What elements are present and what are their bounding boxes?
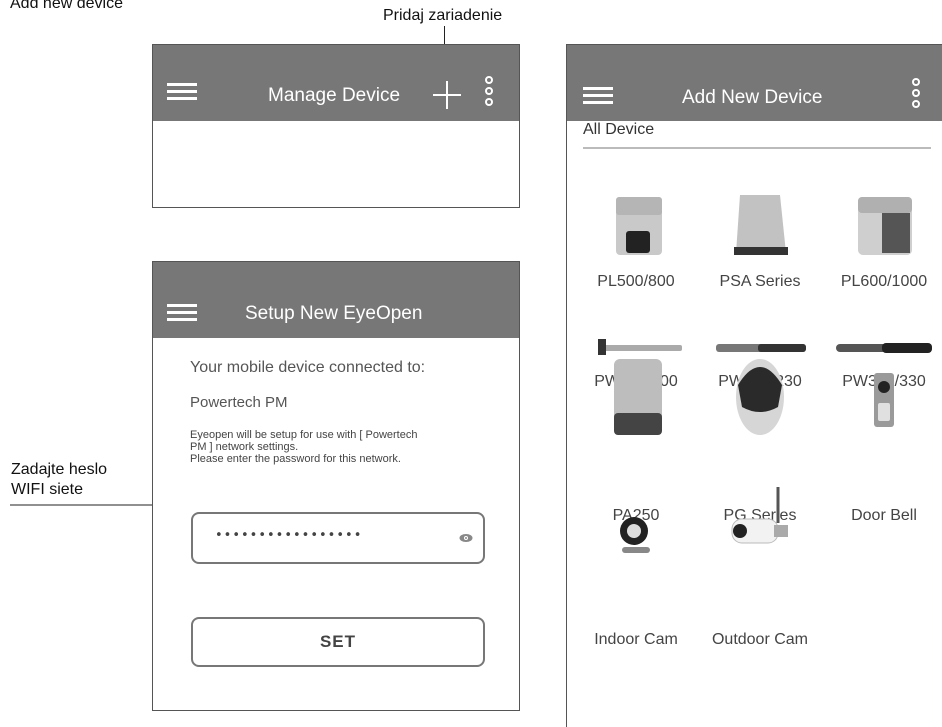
add-device-appbar: Add New Device: [567, 45, 942, 121]
hamburger-icon[interactable]: [583, 87, 613, 105]
add-new-device-screen: Add New Device All Device PL500/800 PSA …: [566, 44, 942, 727]
gate-motor-icon: [858, 197, 912, 255]
swing-arm-icon: [836, 343, 932, 353]
setup-info-line2: PM ] network settings.: [190, 441, 299, 453]
set-button[interactable]: SET: [191, 617, 485, 667]
setup-appbar: Setup New EyeOpen: [153, 262, 519, 338]
setup-info-line1: Eyeopen will be setup for use with [ Pow…: [190, 429, 418, 441]
manage-device-screen: Manage Device: [152, 44, 520, 208]
setup-title: Setup New EyeOpen: [245, 303, 423, 324]
network-name: Powertech PM: [190, 394, 288, 411]
device-indoor-cam[interactable]: Indoor Cam: [574, 517, 698, 649]
indoor-camera-icon: [620, 517, 650, 553]
password-callout-line2: WIFI siete: [11, 481, 84, 498]
gate-motor-icon: [616, 197, 662, 255]
gate-motor-icon: [614, 359, 662, 435]
tab-underline: [583, 147, 931, 149]
add-new-device-annotation: Add new device: [10, 0, 123, 12]
eye-icon[interactable]: [459, 533, 473, 543]
device-outdoor-cam[interactable]: Outdoor Cam: [698, 487, 822, 649]
add-device-callout: Pridaj zariadenie: [383, 7, 503, 24]
wifi-password-field[interactable]: •••••••••••••••••: [191, 512, 485, 564]
plus-icon[interactable]: [431, 79, 463, 111]
device-label: PSA Series: [719, 273, 801, 290]
manage-device-appbar: Manage Device: [153, 45, 519, 121]
hamburger-icon[interactable]: [167, 304, 197, 322]
device-label: PL500/800: [597, 273, 675, 290]
device-pl500-800[interactable]: PL500/800: [574, 191, 698, 291]
add-device-title: Add New Device: [682, 87, 823, 108]
swing-arm-icon: [716, 344, 806, 352]
connected-to-label: Your mobile device connected to:: [190, 359, 426, 376]
device-label: PL600/1000: [840, 273, 928, 290]
setup-info-line3: Please enter the password for this netwo…: [190, 453, 401, 465]
outdoor-camera-icon: [731, 487, 788, 544]
more-options-icon[interactable]: [911, 78, 921, 108]
setup-eyeopen-screen: Setup New EyeOpen Your mobile device con…: [152, 261, 520, 711]
device-pl600-1000[interactable]: PL600/1000: [822, 191, 942, 291]
device-label: Door Bell: [851, 507, 917, 524]
tab-all-device[interactable]: All Device: [583, 121, 654, 139]
swing-arm-icon: [598, 339, 682, 355]
device-psa-series[interactable]: PSA Series: [698, 191, 822, 291]
gate-motor-icon: [734, 195, 788, 255]
device-label: Outdoor Cam: [711, 631, 809, 648]
doorbell-icon: [874, 373, 894, 427]
hamburger-icon[interactable]: [167, 83, 197, 101]
device-door-bell[interactable]: Door Bell: [822, 373, 942, 525]
device-label: Indoor Cam: [594, 631, 678, 648]
manage-device-title: Manage Device: [268, 85, 401, 106]
garage-opener-icon: [736, 359, 784, 435]
more-options-icon[interactable]: [484, 76, 494, 106]
password-value: •••••••••••••••••: [215, 528, 363, 543]
password-callout-line1: Zadajte heslo: [11, 461, 108, 478]
